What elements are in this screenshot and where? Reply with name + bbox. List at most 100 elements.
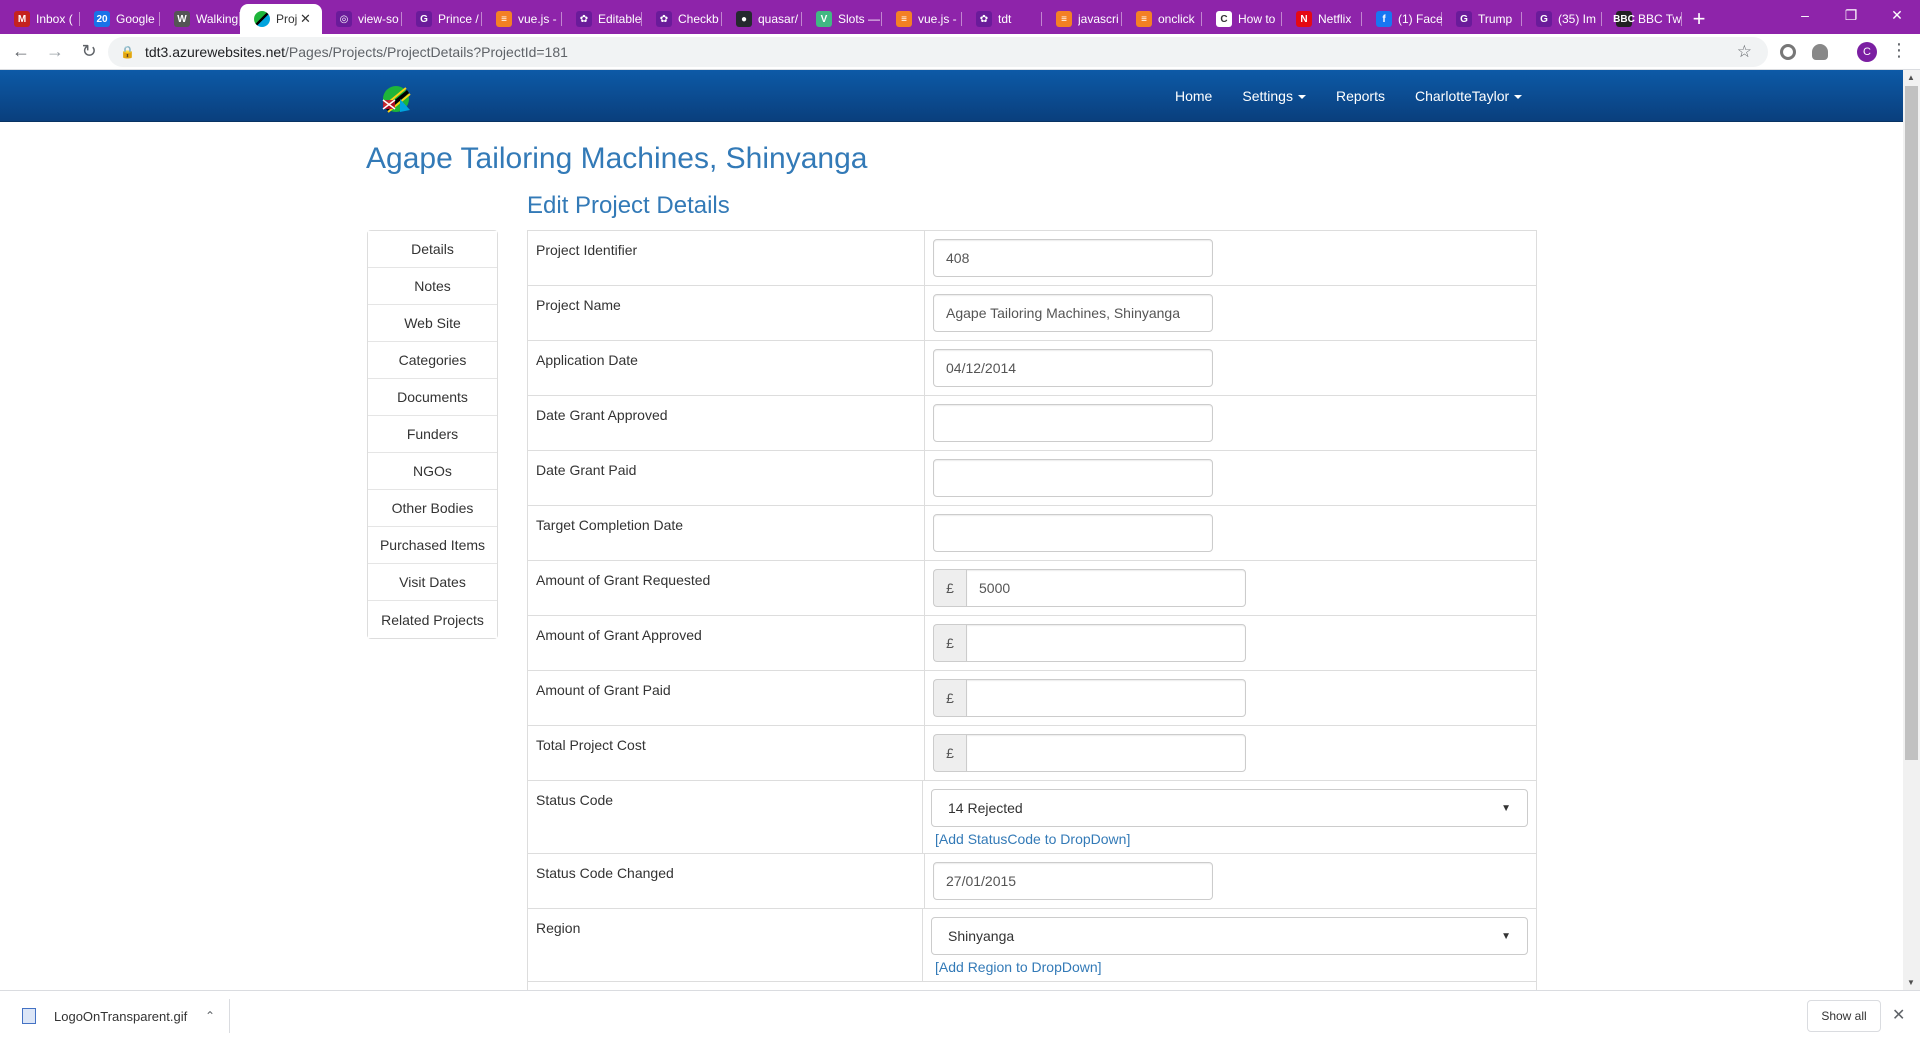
file-icon: [22, 1008, 36, 1024]
date-grant-paid-input[interactable]: [933, 459, 1213, 497]
browser-tab[interactable]: M Inbox (: [0, 4, 80, 34]
restore-icon[interactable]: ❐: [1828, 0, 1874, 30]
browser-menu-icon[interactable]: ⋮: [1890, 40, 1908, 61]
amount-paid-input[interactable]: [966, 679, 1246, 717]
tab-title: Google: [116, 12, 155, 26]
browser-tab[interactable]: N Netflix: [1282, 4, 1362, 34]
browser-tab[interactable]: ◎ view-so: [322, 4, 402, 34]
browser-tab[interactable]: W Walking: [160, 4, 240, 34]
tab-title: vue.js -: [918, 12, 957, 26]
page-scrollbar[interactable]: ▲ ▼: [1903, 70, 1920, 990]
project-name-input[interactable]: Agape Tailoring Machines, Shinyanga: [933, 294, 1213, 332]
side-menu-item[interactable]: Documents: [368, 379, 497, 416]
nav-home-link[interactable]: Home: [1160, 88, 1227, 104]
currency-addon: £: [933, 679, 966, 717]
target-completion-date-input[interactable]: [933, 514, 1213, 552]
cloud-extension-icon[interactable]: [1812, 44, 1828, 60]
browser-tab[interactable]: ✿ Editable: [562, 4, 642, 34]
download-item[interactable]: LogoOnTransparent.gif ⌃: [16, 999, 230, 1033]
browser-tab[interactable]: G (35) Im: [1522, 4, 1602, 34]
close-download-bar-icon[interactable]: ✕: [1892, 1005, 1905, 1025]
wikipedia-icon: W: [174, 11, 190, 27]
section-title: Edit Project Details: [527, 192, 730, 219]
site-logo[interactable]: [380, 84, 416, 114]
side-menu-item[interactable]: Purchased Items: [368, 527, 497, 564]
form-row-amount-requested: Amount of Grant Requested £5000: [528, 561, 1536, 616]
browser-tab[interactable]: ≡ onclick: [1122, 4, 1202, 34]
browser-tab[interactable]: ≡ vue.js -: [482, 4, 562, 34]
date-grant-approved-input[interactable]: [933, 404, 1213, 442]
side-menu-item[interactable]: Funders: [368, 416, 497, 453]
dropdown-arrow-icon: ▼: [1501, 802, 1511, 814]
calendar-icon: 20: [94, 11, 110, 27]
browser-tab[interactable]: ≡ vue.js -: [882, 4, 962, 34]
nav-settings-dropdown[interactable]: Settings: [1227, 88, 1321, 104]
page-title: Agape Tailoring Machines, Shinyanga: [366, 142, 868, 175]
browser-tab[interactable]: ≡ javascri: [1042, 4, 1122, 34]
side-menu-item[interactable]: Other Bodies: [368, 490, 497, 527]
browser-tab[interactable]: G Prince /: [402, 4, 482, 34]
side-menu-item[interactable]: Categories: [368, 342, 497, 379]
vue-icon: V: [816, 11, 832, 27]
status-code-changed-input[interactable]: 27/01/2015: [933, 862, 1213, 900]
form-row-total-cost: Total Project Cost £: [528, 726, 1536, 781]
browser-tab[interactable]: ✿ tdt: [962, 4, 1042, 34]
new-tab-button[interactable]: +: [1682, 4, 1716, 34]
side-menu-item[interactable]: Related Projects: [368, 601, 497, 638]
tab-close-icon[interactable]: ✕: [300, 11, 316, 27]
address-bar[interactable]: 🔒 tdt3.azurewebsites.net/Pages/Projects/…: [108, 37, 1768, 67]
browser-tab[interactable]: C How to: [1202, 4, 1282, 34]
amount-requested-input[interactable]: 5000: [966, 569, 1246, 607]
side-menu-item[interactable]: Notes: [368, 268, 497, 305]
browser-tab[interactable]: 20 Google: [80, 4, 160, 34]
show-all-button[interactable]: Show all: [1807, 1000, 1881, 1032]
scrollbar-thumb[interactable]: [1905, 86, 1918, 760]
profile-avatar[interactable]: C: [1857, 42, 1877, 62]
stackoverflow-icon: ≡: [896, 11, 912, 27]
side-menu-item[interactable]: Visit Dates: [368, 564, 497, 601]
region-select[interactable]: Shinyanga ▼: [931, 917, 1528, 955]
tab-title: Slots —: [838, 12, 881, 26]
tab-title: quasar/: [758, 12, 799, 26]
project-identifier-input[interactable]: 408: [933, 239, 1213, 277]
browser-tab[interactable]: Proj ✕: [240, 4, 322, 34]
forward-arrow-icon[interactable]: →: [38, 37, 72, 67]
back-arrow-icon[interactable]: ←: [4, 37, 38, 67]
scroll-down-icon[interactable]: ▼: [1907, 978, 1915, 987]
status-code-select[interactable]: 14 Rejected ▼: [931, 789, 1528, 827]
field-label: Amount of Grant Approved: [528, 616, 925, 670]
g-icon: G: [1456, 11, 1472, 27]
download-bar: LogoOnTransparent.gif ⌃ Show all ✕: [0, 990, 1920, 1040]
scroll-up-icon[interactable]: ▲: [1907, 73, 1915, 82]
tab-title: (35) Im: [1558, 12, 1597, 26]
add-status-code-link[interactable]: [Add StatusCode to DropDown]: [935, 831, 1528, 847]
bookmark-star-icon[interactable]: ☆: [1737, 42, 1752, 62]
nav-user-dropdown[interactable]: CharlotteTaylor: [1400, 88, 1537, 104]
amount-approved-input[interactable]: [966, 624, 1246, 662]
browser-tab[interactable]: V Slots —: [802, 4, 882, 34]
browser-tab[interactable]: ✿ Checkb: [642, 4, 722, 34]
chevron-up-icon[interactable]: ⌃: [205, 1009, 215, 1023]
extension-icon[interactable]: [1780, 44, 1796, 60]
form-row-amount-approved: Amount of Grant Approved £: [528, 616, 1536, 671]
minimize-icon[interactable]: –: [1782, 0, 1828, 30]
tab-title: Editable: [598, 12, 642, 26]
total-cost-input[interactable]: [966, 734, 1246, 772]
browser-tab[interactable]: f (1) Face: [1362, 4, 1442, 34]
nav-reports-link[interactable]: Reports: [1321, 88, 1400, 104]
browser-tab[interactable]: G Trump: [1442, 4, 1522, 34]
browser-tab[interactable]: BBC BBC Tw: [1602, 4, 1682, 34]
stackoverflow-icon: ≡: [1056, 11, 1072, 27]
reload-icon[interactable]: ↻: [72, 37, 106, 67]
add-region-link[interactable]: [Add Region to DropDown]: [935, 959, 1528, 975]
field-label: Amount of Grant Requested: [528, 561, 925, 615]
window-close-icon[interactable]: ✕: [1874, 0, 1920, 30]
form-row-project-name: Project Name Agape Tailoring Machines, S…: [528, 286, 1536, 341]
tab-title: Proj: [276, 12, 298, 26]
browser-tab[interactable]: ● quasar/: [722, 4, 802, 34]
side-menu-item[interactable]: Web Site: [368, 305, 497, 342]
application-date-input[interactable]: 04/12/2014: [933, 349, 1213, 387]
side-menu-item[interactable]: NGOs: [368, 453, 497, 490]
field-label: Project Identifier: [528, 231, 925, 285]
side-menu-item[interactable]: Details: [368, 231, 497, 268]
